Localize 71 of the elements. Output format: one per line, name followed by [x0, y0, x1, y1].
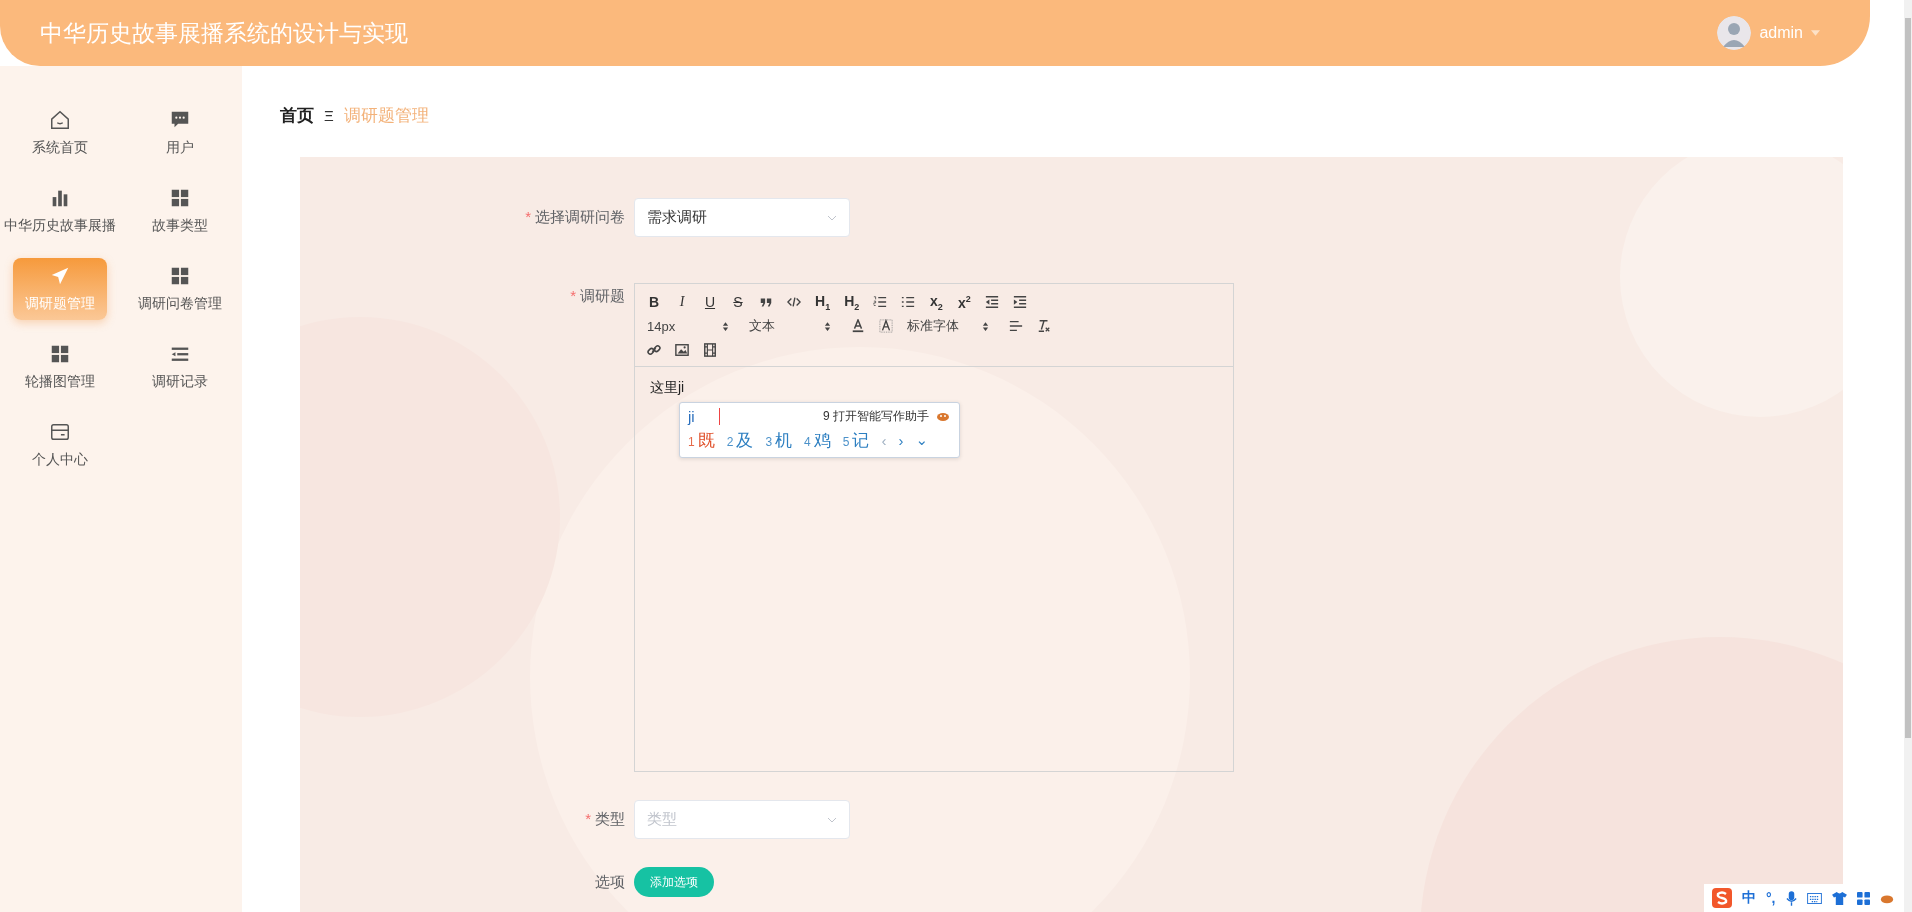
grid-icon: [49, 343, 71, 365]
align-icon[interactable]: [1009, 319, 1023, 333]
chevron-down-icon: [827, 214, 837, 221]
sidebar-item[interactable]: 轮播图管理: [0, 336, 120, 398]
format-button[interactable]: I: [675, 294, 689, 310]
sidebar-item[interactable]: 故事类型: [132, 180, 228, 242]
sidebar-item[interactable]: 调研问卷管理: [132, 258, 228, 320]
field-label: 选项: [595, 872, 625, 892]
field-label: 调研题: [580, 287, 625, 306]
format-button[interactable]: x$^{2}$: [957, 293, 972, 311]
sidebar-item[interactable]: 中华历史故事展播: [0, 180, 120, 242]
sidebar-item[interactable]: 用户: [132, 102, 228, 164]
format-button[interactable]: x$_{2}$: [929, 292, 944, 312]
ul-icon[interactable]: [901, 295, 916, 309]
input-mode-toggle[interactable]: 中: [1742, 889, 1756, 907]
shirt-icon[interactable]: [1831, 891, 1847, 905]
home-icon: [49, 109, 71, 131]
image-icon[interactable]: [675, 343, 689, 357]
updown-arrows-icon: [824, 320, 831, 332]
ime-hint[interactable]: 9 打开智能写作助手: [823, 407, 929, 425]
expand-arrow[interactable]: ⌄: [915, 431, 928, 449]
format-button[interactable]: H$_{2}$: [844, 292, 860, 312]
video-icon[interactable]: [703, 343, 717, 357]
ime-candidate[interactable]: 4 鸡: [804, 428, 831, 452]
required-asterisk: *: [570, 287, 576, 304]
card-icon: [49, 421, 71, 443]
ime-candidate[interactable]: 3 机: [765, 428, 793, 452]
questionnaire-select[interactable]: 需求调研: [634, 198, 850, 237]
toolbar-dropdown[interactable]: 标准字体: [907, 317, 989, 335]
chevron-down-icon: [827, 816, 837, 823]
app-title: 中华历史故事展播系统的设计与实现: [40, 18, 408, 48]
field-label: 选择调研问卷: [535, 208, 625, 227]
format-button[interactable]: S: [731, 294, 745, 310]
grid-icon: [169, 265, 191, 287]
updown-arrows-icon: [722, 320, 729, 332]
link-icon[interactable]: [647, 343, 661, 357]
bgcolor-icon[interactable]: [879, 319, 893, 333]
ime-candidate[interactable]: 2 及: [726, 428, 754, 452]
breadcrumb-link[interactable]: 首页: [280, 104, 314, 127]
mascot-icon[interactable]: [935, 410, 951, 422]
keyboard-icon[interactable]: [1806, 892, 1822, 904]
mascot-icon[interactable]: [1879, 892, 1894, 904]
updown-arrows-icon: [982, 320, 989, 332]
ime-candidate[interactable]: 5 记: [842, 428, 870, 452]
ime-candidate[interactable]: 1 既: [688, 428, 715, 452]
sidebar-item[interactable]: 系统首页: [0, 102, 120, 164]
code-icon[interactable]: [787, 295, 801, 309]
sidebar-item[interactable]: 个人中心: [0, 414, 120, 476]
ol-icon[interactable]: [873, 295, 888, 309]
microphone-icon[interactable]: [1785, 890, 1797, 906]
required-asterisk: *: [585, 810, 591, 827]
ime-logo-icon[interactable]: [1712, 888, 1732, 908]
breadcrumb-separator: Ξ: [324, 107, 334, 124]
clear-icon[interactable]: [1037, 319, 1051, 333]
toolbar-dropdown[interactable]: 文本: [749, 317, 831, 335]
outdent-icon[interactable]: [985, 295, 1000, 309]
field-label: 类型: [595, 810, 625, 829]
format-button[interactable]: H$_{1}$: [815, 292, 831, 312]
format-button[interactable]: B: [647, 294, 661, 310]
breadcrumb-current: 调研题管理: [343, 105, 429, 127]
color-icon[interactable]: [851, 319, 865, 333]
next-page-arrow[interactable]: ›: [898, 431, 904, 449]
sidebar-item[interactable]: 调研记录: [132, 336, 228, 398]
format-button[interactable]: U: [703, 294, 717, 310]
scrollbar[interactable]: [1904, 0, 1912, 912]
grid-icon: [169, 187, 191, 209]
indent-icon[interactable]: [1013, 295, 1028, 309]
grid-icon[interactable]: [1856, 891, 1870, 905]
punctuation-toggle[interactable]: °,: [1766, 890, 1776, 906]
required-asterisk: *: [525, 208, 531, 225]
toolbar-dropdown[interactable]: 14px: [647, 318, 729, 334]
